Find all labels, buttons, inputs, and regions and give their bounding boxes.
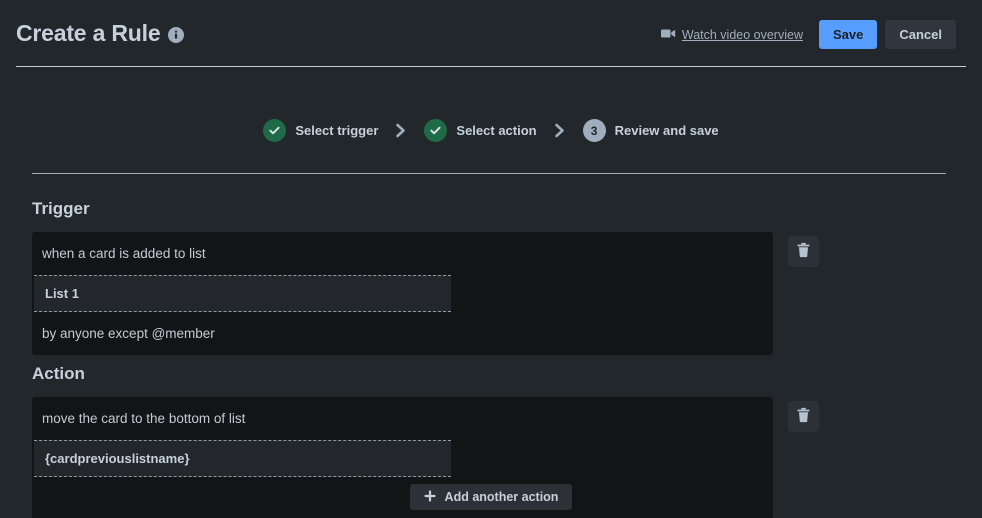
trash-icon: [796, 407, 811, 426]
stepper: Select trigger Select action 3 Review an…: [0, 119, 982, 142]
page-title: Create a Rule: [16, 20, 161, 46]
video-camera-icon: [660, 28, 676, 42]
stepper-step-review-and-save[interactable]: 3 Review and save: [582, 119, 719, 142]
stepper-divider: [32, 173, 946, 174]
delete-trigger-button[interactable]: [788, 236, 819, 267]
plus-icon: [424, 490, 436, 505]
action-list-field[interactable]: {cardpreviouslistname}: [34, 440, 451, 477]
watch-video-overview-link[interactable]: Watch video overview: [660, 27, 803, 42]
watch-video-overview-label: Watch video overview: [681, 27, 803, 42]
info-icon[interactable]: [168, 27, 185, 43]
save-button[interactable]: Save: [818, 20, 878, 49]
add-another-action-label: Add another action: [444, 490, 559, 504]
trigger-heading: Trigger: [32, 199, 90, 218]
trigger-list-field[interactable]: List 1: [34, 275, 451, 312]
check-icon: [263, 119, 287, 142]
step-number: 3: [590, 123, 598, 138]
title-group: Create a Rule: [16, 19, 185, 47]
action-heading: Action: [32, 364, 85, 383]
stepper-label-select-action: Select action: [456, 123, 537, 138]
add-action-footer: Add another action: [0, 484, 982, 510]
create-rule-page: Create a Rule Watch video overview Save: [0, 0, 982, 518]
cancel-button[interactable]: Cancel: [885, 20, 956, 49]
action-line-1: move the card to the bottom of list: [42, 411, 246, 426]
delete-action-button[interactable]: [788, 401, 819, 432]
trigger-card[interactable]: when a card is added to list List 1 by a…: [32, 232, 773, 355]
trigger-line-1: when a card is added to list: [42, 246, 206, 261]
chevron-right-icon: [537, 123, 583, 138]
step-number-badge: 3: [582, 119, 606, 142]
stepper-label-review-and-save: Review and save: [614, 123, 719, 138]
chevron-right-icon: [378, 123, 424, 138]
trash-icon: [796, 242, 811, 261]
header-actions: Watch video overview Save Cancel: [660, 20, 956, 49]
check-icon: [424, 119, 448, 142]
stepper-step-select-action[interactable]: Select action: [424, 119, 537, 142]
header-divider: [16, 66, 966, 67]
add-another-action-button[interactable]: Add another action: [409, 484, 573, 510]
page-header: Create a Rule Watch video overview Save: [0, 0, 982, 67]
stepper-label-select-trigger: Select trigger: [295, 123, 379, 138]
trigger-row: when a card is added to list List 1 by a…: [32, 232, 819, 355]
stepper-step-select-trigger[interactable]: Select trigger: [263, 119, 378, 142]
trigger-line-2: by anyone except @member: [42, 326, 215, 341]
